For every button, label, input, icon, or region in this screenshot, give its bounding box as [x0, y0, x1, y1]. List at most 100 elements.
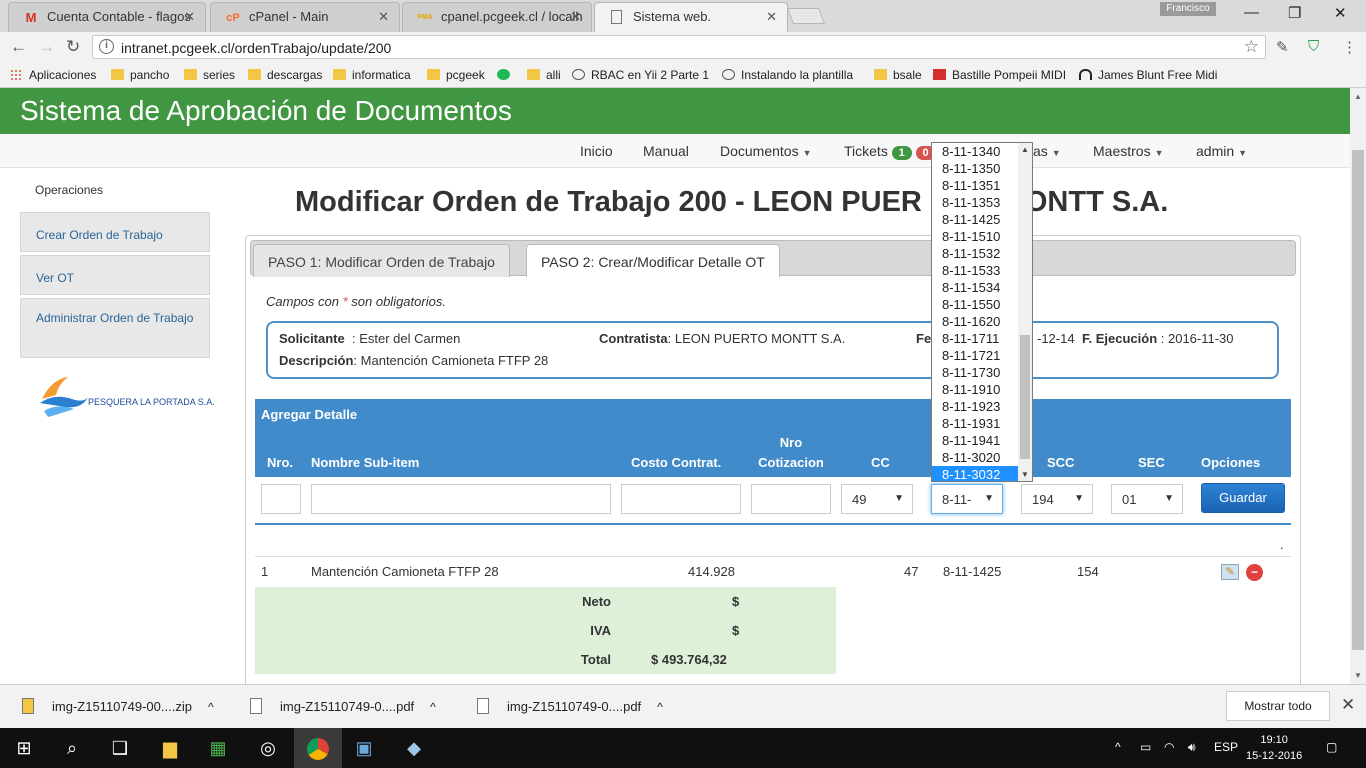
browser-tab-cpanel[interactable]: cP cPanel - Main ✕	[210, 2, 400, 32]
shield-extension-icon[interactable]: ⛉	[1308, 38, 1319, 55]
dropdown-option[interactable]: 8-11-1923	[932, 398, 1032, 415]
virtualbox-icon[interactable]: ◆	[402, 736, 426, 760]
tab-close-icon[interactable]: ✕	[378, 9, 389, 25]
nav-inicio[interactable]: Inicio	[580, 143, 613, 159]
tab-close-icon[interactable]: ✕	[766, 9, 777, 25]
sc-select[interactable]: 8-11- ▼	[931, 484, 1003, 514]
forward-icon[interactable]: →	[38, 37, 55, 57]
dropdown-option[interactable]: 8-11-1730	[932, 364, 1032, 381]
remote-desktop-icon[interactable]: ▣	[352, 736, 376, 760]
edit-icon[interactable]: ✎	[1221, 564, 1239, 580]
system-clock[interactable]: 19:10 15-12-2016	[1246, 732, 1302, 764]
nav-documentos[interactable]: Documentos ▼	[720, 143, 812, 159]
dropdown-scroll-thumb[interactable]	[1020, 335, 1030, 459]
chevron-up-icon[interactable]: ^	[430, 700, 436, 714]
dropdown-option[interactable]: 8-11-1353	[932, 194, 1032, 211]
dropdown-option[interactable]: 8-11-1340	[932, 143, 1032, 160]
download-item-pdf-1[interactable]: img-Z15110749-0....pdf ^	[250, 698, 436, 714]
window-close-icon[interactable]: ✕	[1334, 4, 1347, 22]
nav-maestros[interactable]: Maestros ▼	[1093, 143, 1164, 159]
task-view-icon[interactable]: ❑	[108, 736, 132, 760]
tab-close-icon[interactable]: ✕	[570, 9, 581, 25]
chevron-up-icon[interactable]: ^	[657, 700, 663, 714]
sec-select[interactable]: 01 ▼	[1111, 484, 1183, 514]
scroll-down-icon[interactable]: ▼	[1021, 470, 1029, 479]
delete-icon[interactable]: −	[1246, 564, 1263, 581]
nro-input[interactable]	[261, 484, 301, 514]
page-scrollbar[interactable]: ▲ ▼	[1350, 88, 1366, 684]
bookmark-informatica[interactable]: informatica	[333, 68, 411, 82]
browser-tab-sistema-web[interactable]: Sistema web. ✕	[594, 2, 788, 32]
dropdown-option[interactable]: 8-11-3020	[932, 449, 1032, 466]
page-scroll-thumb[interactable]	[1352, 150, 1364, 650]
download-item-zip[interactable]: img-Z15110749-00....zip ^	[22, 698, 214, 714]
dropdown-option[interactable]: 8-11-3032	[932, 466, 1032, 481]
dropdown-option[interactable]: 8-11-1620	[932, 313, 1032, 330]
nav-admin[interactable]: admin ▼	[1196, 143, 1247, 159]
bookmark-james-blunt[interactable]: James Blunt Free Midi	[1079, 68, 1217, 82]
browser-tab-phpmyadmin[interactable]: PMA cpanel.pcgeek.cl / localh ✕	[402, 2, 592, 32]
dropdown-option[interactable]: 8-11-1510	[932, 228, 1032, 245]
download-item-pdf-2[interactable]: img-Z15110749-0....pdf ^	[477, 698, 663, 714]
volume-icon[interactable]: 🔊︎	[1188, 740, 1196, 755]
bookmark-pcgeek[interactable]: pcgeek	[427, 68, 485, 82]
new-tab-button[interactable]	[787, 8, 825, 24]
address-bar[interactable]: i intranet.pcgeek.cl/ordenTrabajo/update…	[92, 35, 1266, 59]
nro-cotizacion-input[interactable]	[751, 484, 831, 514]
dropdown-option[interactable]: 8-11-1910	[932, 381, 1032, 398]
file-explorer-icon[interactable]: ▆	[158, 736, 182, 760]
nav-reportes[interactable]: as ▼	[1033, 143, 1061, 159]
dropdown-option[interactable]: 8-11-1941	[932, 432, 1032, 449]
reload-icon[interactable]: ↻	[66, 37, 80, 57]
bookmark-bastille[interactable]: Bastille Pompeii MIDI	[933, 68, 1066, 82]
dropdown-option[interactable]: 8-11-1721	[932, 347, 1032, 364]
profile-chip[interactable]: Francisco	[1160, 2, 1216, 16]
scroll-up-icon[interactable]: ▲	[1354, 92, 1362, 101]
nombre-subitem-input[interactable]	[311, 484, 611, 514]
dropdown-option[interactable]: 8-11-1425	[932, 211, 1032, 228]
back-icon[interactable]: ←	[10, 37, 27, 57]
dropdown-option[interactable]: 8-11-1533	[932, 262, 1032, 279]
guardar-button[interactable]: Guardar	[1201, 483, 1285, 513]
notifications-icon[interactable]: ▢	[1326, 740, 1337, 754]
eyedropper-extension-icon[interactable]: ✎	[1276, 38, 1289, 56]
bookmark-spotify[interactable]	[497, 68, 516, 82]
tab-close-icon[interactable]: ✕	[184, 9, 195, 25]
dropdown-option[interactable]: 8-11-1351	[932, 177, 1032, 194]
sidebar-item-administrar-ot[interactable]: Administrar Orden de Trabajo	[20, 298, 210, 358]
show-all-downloads-button[interactable]: Mostrar todo	[1226, 691, 1330, 721]
spreadsheet-app-icon[interactable]: ▦	[206, 736, 230, 760]
bookmark-alli[interactable]: alli	[527, 68, 561, 82]
dropdown-scrollbar[interactable]: ▲ ▼	[1018, 143, 1032, 481]
dropdown-option[interactable]: 8-11-1534	[932, 279, 1032, 296]
dropdown-option[interactable]: 8-11-1931	[932, 415, 1032, 432]
scroll-down-icon[interactable]: ▼	[1354, 671, 1362, 680]
tab-paso-2[interactable]: PASO 2: Crear/Modificar Detalle OT	[526, 244, 780, 277]
bookmark-star-icon[interactable]: ☆	[1244, 37, 1259, 57]
maximize-icon[interactable]: ❐	[1288, 4, 1301, 22]
bookmark-series[interactable]: series	[184, 68, 235, 82]
site-info-icon[interactable]: i	[99, 39, 114, 54]
dropdown-option[interactable]: 8-11-1532	[932, 245, 1032, 262]
network-icon[interactable]: ▭	[1140, 740, 1151, 754]
bookmark-bsale[interactable]: bsale	[874, 68, 922, 82]
minimize-icon[interactable]: —	[1244, 4, 1259, 21]
wifi-icon[interactable]: ◠	[1164, 740, 1174, 754]
sidebar-item-crear-ot[interactable]: Crear Orden de Trabajo	[20, 212, 210, 252]
chevron-up-icon[interactable]: ^	[208, 700, 214, 714]
search-icon[interactable]: ⌕	[60, 736, 84, 760]
language-indicator[interactable]: ESP	[1214, 740, 1238, 754]
cc-select[interactable]: 49 ▼	[841, 484, 913, 514]
dropdown-option[interactable]: 8-11-1550	[932, 296, 1032, 313]
windows-start-icon[interactable]: ⊞	[12, 736, 36, 760]
tab-paso-1[interactable]: PASO 1: Modificar Orden de Trabajo	[253, 244, 510, 277]
bookmark-apps[interactable]: Aplicaciones	[10, 68, 96, 82]
url-text[interactable]: intranet.pcgeek.cl/ordenTrabajo/update/2…	[121, 40, 391, 56]
close-downloads-icon[interactable]: ✕	[1341, 695, 1355, 715]
bookmark-descargas[interactable]: descargas	[248, 68, 322, 82]
media-app-icon[interactable]: ◎	[256, 736, 280, 760]
sc-dropdown-list[interactable]: 8-11-1340 8-11-1350 8-11-1351 8-11-1353 8-11…	[931, 142, 1033, 482]
scc-select[interactable]: 194 ▼	[1021, 484, 1093, 514]
costo-input[interactable]	[621, 484, 741, 514]
nav-tickets[interactable]: Tickets 1 0	[844, 143, 936, 160]
